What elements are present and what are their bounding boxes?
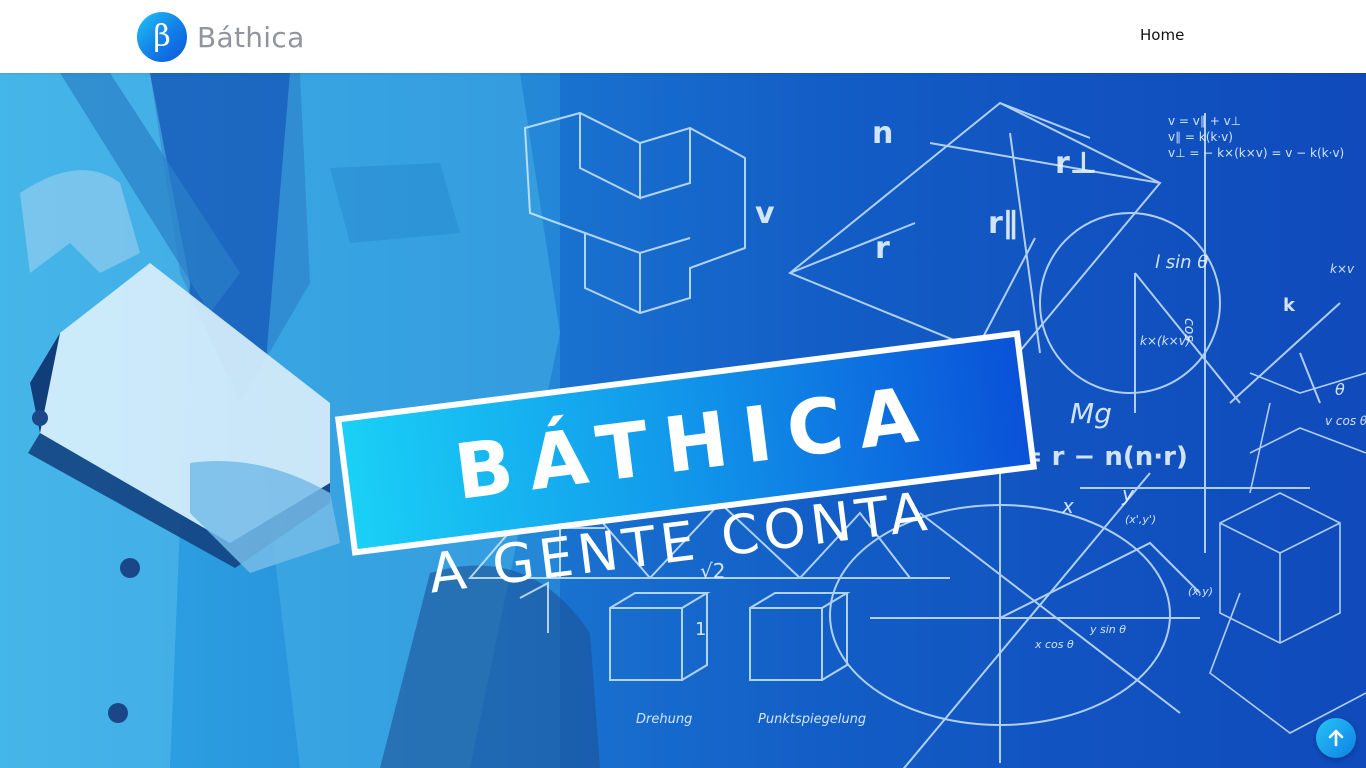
svg-text:v: v <box>755 196 775 231</box>
nav-home-link[interactable]: Home <box>1140 26 1184 44</box>
svg-text:v⊥ = − k×(k×v) = v − k(k·v): v⊥ = − k×(k×v) = v − k(k·v) <box>1168 146 1344 160</box>
svg-text:x: x <box>1061 494 1074 518</box>
svg-text:l sin θ: l sin θ <box>1155 252 1208 273</box>
svg-text:(x',y'): (x',y') <box>1125 513 1156 526</box>
navbar: β Báthica Home <box>0 0 1366 73</box>
svg-text:v cos θ: v cos θ <box>1325 414 1366 428</box>
svg-text:r⊥: r⊥ <box>1055 146 1097 181</box>
svg-text:Punktspiegelung: Punktspiegelung <box>758 712 866 727</box>
svg-text:y sin θ: y sin θ <box>1089 623 1126 636</box>
brand-name: Báthica <box>197 20 305 54</box>
svg-text:θ: θ <box>1335 380 1345 399</box>
svg-text:cos: cos <box>1181 318 1197 342</box>
svg-text:r∥: r∥ <box>988 206 1018 241</box>
beta-logo-icon: β <box>137 12 187 62</box>
brand-logo-link[interactable]: β Báthica <box>137 12 305 62</box>
svg-text:Mg: Mg <box>1070 397 1112 430</box>
svg-text:x cos θ: x cos θ <box>1034 638 1074 651</box>
svg-text:n: n <box>872 116 893 151</box>
svg-text:v = v∥ + v⊥: v = v∥ + v⊥ <box>1168 114 1241 128</box>
svg-text:y: y <box>1121 482 1135 506</box>
arrow-up-icon <box>1328 729 1344 747</box>
svg-text:β: β <box>153 19 170 54</box>
svg-text:Drehung: Drehung <box>636 712 692 727</box>
svg-text:v∥ = k(k·v): v∥ = k(k·v) <box>1168 130 1233 144</box>
hero-banner: v = v∥ + v⊥ v∥ = k(k·v) v⊥ = − k×(k×v) =… <box>0 73 1366 768</box>
svg-text:k×v: k×v <box>1330 262 1355 276</box>
svg-text:r: r <box>875 231 890 266</box>
scroll-to-top-button[interactable] <box>1316 718 1356 758</box>
svg-text:k: k <box>1283 295 1296 316</box>
svg-text:(x,y): (x,y) <box>1188 585 1213 598</box>
svg-text:1: 1 <box>695 619 706 640</box>
